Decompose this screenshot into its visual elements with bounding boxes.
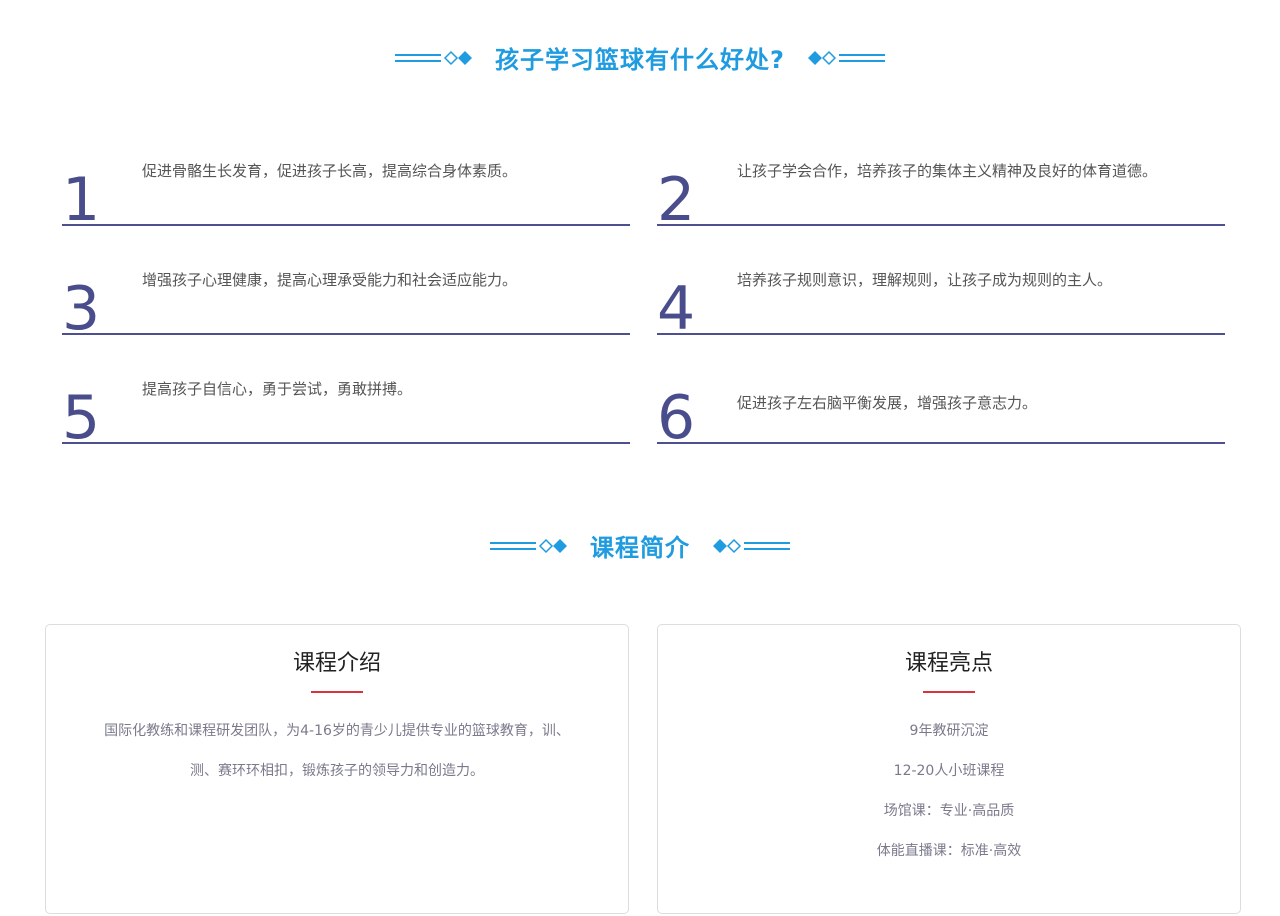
title-decoration-right-icon xyxy=(805,48,885,68)
benefit-number: 2 xyxy=(657,165,696,235)
title-decoration-right-icon xyxy=(710,536,790,556)
title-underline xyxy=(311,691,363,693)
highlight-item: 场馆课：专业·高品质 xyxy=(883,803,1015,819)
benefit-item-5: 5 提高孩子自信心，勇于尝试，勇敢拼搏。 xyxy=(62,364,630,448)
benefit-number: 1 xyxy=(62,165,101,235)
benefits-section-title: 孩子学习篮球有什么好处? xyxy=(495,46,785,74)
course-intro-card: 课程介绍 国际化教练和课程研发团队，为4-16岁的青少儿提供专业的篮球教育，训、… xyxy=(45,624,629,914)
course-highlights-title: 课程亮点 xyxy=(904,651,993,676)
benefit-number: 4 xyxy=(657,274,696,344)
benefit-item-4: 4 培养孩子规则意识，理解规则，让孩子成为规则的主人。 xyxy=(657,255,1225,339)
benefit-text: 培养孩子规则意识，理解规则，让孩子成为规则的主人。 xyxy=(737,271,1113,289)
benefit-item-6: 6 促进孩子左右脑平衡发展，增强孩子意志力。 xyxy=(657,364,1225,448)
title-underline xyxy=(923,691,975,693)
highlight-item: 12-20人小班课程 xyxy=(893,763,1005,779)
course-intro-body: 国际化教练和课程研发团队，为4-16岁的青少儿提供专业的篮球教育，训、 测、赛环… xyxy=(70,711,604,791)
benefit-text: 增强孩子心理健康，提高心理承受能力和社会适应能力。 xyxy=(142,271,518,289)
course-highlights-card: 课程亮点 9年教研沉淀 12-20人小班课程 场馆课：专业·高品质 体能直播课：… xyxy=(657,624,1241,914)
benefit-number: 5 xyxy=(62,383,101,453)
benefits-section-header: 孩子学习篮球有什么好处? xyxy=(0,40,1280,75)
course-intro-line: 国际化教练和课程研发团队，为4-16岁的青少儿提供专业的篮球教育，训、 xyxy=(104,723,570,739)
course-highlights-body: 9年教研沉淀 12-20人小班课程 场馆课：专业·高品质 体能直播课：标准·高效 xyxy=(682,711,1216,871)
benefit-text: 让孩子学会合作，培养孩子的集体主义精神及良好的体育道德。 xyxy=(737,162,1158,180)
course-section-title: 课程简介 xyxy=(590,534,690,562)
benefit-item-3: 3 增强孩子心理健康，提高心理承受能力和社会适应能力。 xyxy=(62,255,630,339)
highlight-item: 体能直播课：标准·高效 xyxy=(876,843,1022,859)
benefit-number: 3 xyxy=(62,274,101,344)
course-section-header: 课程简介 xyxy=(0,528,1280,563)
benefit-text: 促进孩子左右脑平衡发展，增强孩子意志力。 xyxy=(737,394,1038,412)
benefit-item-2: 2 让孩子学会合作，培养孩子的集体主义精神及良好的体育道德。 xyxy=(657,146,1225,230)
benefit-item-1: 1 促进骨骼生长发育，促进孩子长高，提高综合身体素质。 xyxy=(62,146,630,230)
benefit-number: 6 xyxy=(657,383,696,453)
benefit-text: 促进骨骼生长发育，促进孩子长高，提高综合身体素质。 xyxy=(142,162,518,180)
course-intro-line: 测、赛环环相扣，锻炼孩子的领导力和创造力。 xyxy=(190,763,484,779)
title-decoration-left-icon xyxy=(490,536,570,556)
benefit-text: 提高孩子自信心，勇于尝试，勇敢拼搏。 xyxy=(142,380,413,398)
title-decoration-left-icon xyxy=(395,48,475,68)
highlight-item: 9年教研沉淀 xyxy=(909,723,989,739)
course-intro-title: 课程介绍 xyxy=(292,651,381,676)
